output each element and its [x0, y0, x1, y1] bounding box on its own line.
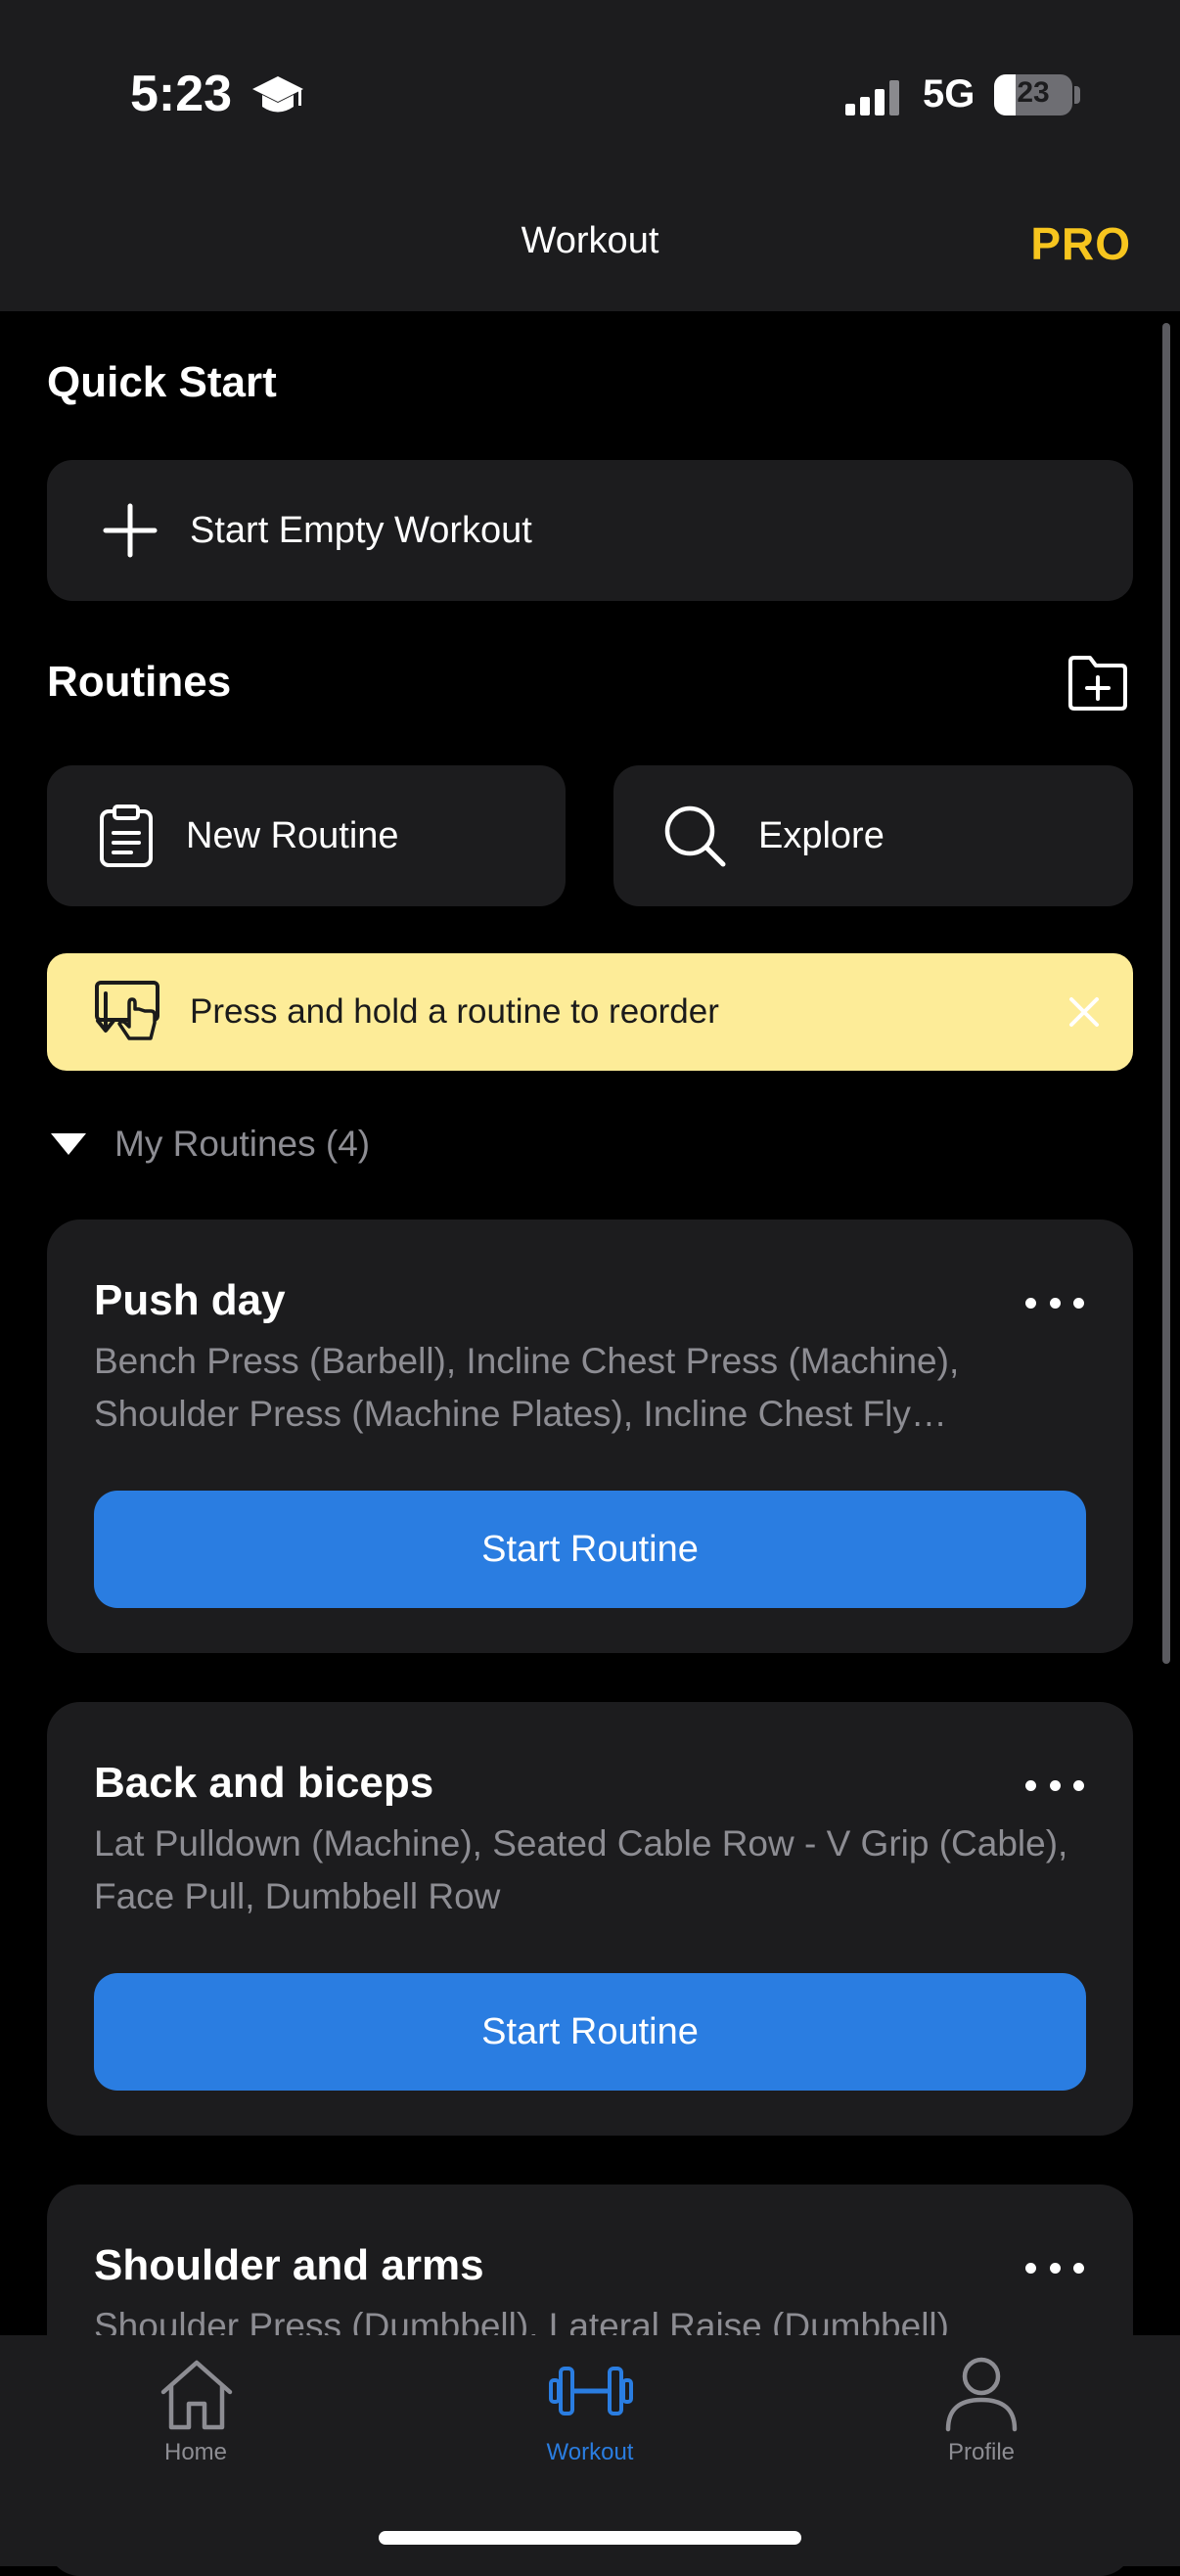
routines-title: Routines [47, 658, 232, 706]
dumbbell-icon [549, 2367, 633, 2415]
close-icon[interactable] [1068, 996, 1100, 1028]
tab-label-home: Home [163, 2439, 228, 2465]
drag-reorder-icon [95, 981, 159, 1040]
search-icon [664, 805, 726, 867]
battery-level: 23 [1017, 76, 1050, 109]
profile-icon [945, 2357, 1018, 2432]
explore-label: Explore [758, 814, 885, 856]
routine-exercises: Lat Pulldown (Machine), Seated Cable Row… [94, 1823, 1068, 1916]
more-options-icon[interactable] [1025, 2263, 1084, 2277]
start-empty-workout-label: Start Empty Workout [190, 509, 532, 551]
status-time: 5:23 [130, 66, 233, 122]
start-routine-button[interactable]: Start Routine [94, 1973, 1086, 2091]
routine-exercises: Bench Press (Barbell), Incline Chest Pre… [94, 1341, 960, 1434]
top-bar: 5:23 5G 23 Workout PRO [0, 0, 1180, 311]
plus-icon [103, 503, 158, 558]
battery-tip [1074, 86, 1080, 104]
home-icon [160, 2360, 233, 2430]
reorder-hint-text: Press and hold a routine to reorder [190, 992, 719, 1031]
more-options-icon[interactable] [1025, 1298, 1084, 1311]
new-routine-button[interactable]: New Routine [47, 765, 566, 906]
explore-button[interactable]: Explore [613, 765, 1133, 906]
routine-name: Push day [94, 1276, 286, 1324]
more-options-icon[interactable] [1025, 1780, 1084, 1794]
pro-button[interactable]: PRO [1030, 217, 1131, 270]
home-indicator [379, 2531, 801, 2545]
tab-label-workout: Workout [546, 2439, 634, 2465]
signal-icon [845, 80, 899, 115]
chevron-down-icon[interactable] [51, 1133, 86, 1155]
tab-label-profile: Profile [947, 2439, 1016, 2465]
new-folder-icon[interactable] [1065, 652, 1131, 714]
graduation-cap-icon [252, 76, 303, 113]
scrollbar[interactable] [1162, 323, 1170, 1664]
new-routine-label: New Routine [186, 814, 399, 856]
clipboard-icon [100, 805, 153, 867]
routine-name: Back and biceps [94, 1759, 434, 1807]
routine-card[interactable]: Push day Bench Press (Barbell), Incline … [47, 1219, 1133, 1653]
page-title: Workout [521, 220, 659, 261]
battery-icon: 23 [994, 74, 1072, 115]
routine-card[interactable]: Back and biceps Lat Pulldown (Machine), … [47, 1702, 1133, 2136]
network-label: 5G [923, 72, 976, 115]
quick-start-title: Quick Start [47, 358, 277, 406]
my-routines-toggle[interactable]: My Routines (4) [114, 1124, 370, 1165]
reorder-hint-banner: Press and hold a routine to reorder [47, 953, 1133, 1071]
routine-name: Shoulder and arms [94, 2241, 484, 2289]
start-routine-button[interactable]: Start Routine [94, 1491, 1086, 1608]
start-empty-workout-button[interactable]: Start Empty Workout [47, 460, 1133, 601]
